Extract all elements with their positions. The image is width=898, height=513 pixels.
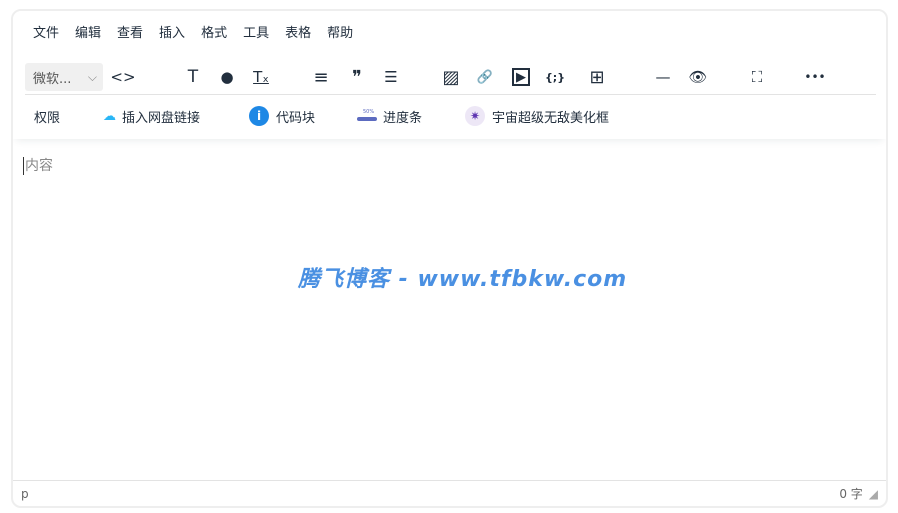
blockquote-icon[interactable]: ❞	[343, 63, 371, 91]
align-left-icon[interactable]: ≡	[307, 63, 335, 91]
code-sample-icon[interactable]: {;}	[541, 63, 569, 91]
code-block-label: 代码块	[276, 110, 316, 126]
menu-table[interactable]: 表格	[285, 22, 311, 41]
permissions-button[interactable]: 权限	[34, 107, 60, 126]
text-color-drop-icon[interactable]: ●	[213, 63, 241, 91]
fullscreen-icon[interactable]: ⛶	[743, 63, 771, 91]
image-icon[interactable]: ▨	[437, 63, 465, 91]
menu-format[interactable]: 格式	[201, 22, 227, 41]
editor-header: 文件 编辑 查看 插入 格式 工具 表格 帮助 微软... ⌵ <> T ● Tₓ…	[13, 11, 886, 139]
netdisk-link-label: 插入网盘链接	[122, 110, 201, 126]
progress-bar-button[interactable]: 50% 进度条	[357, 107, 422, 126]
element-path[interactable]: p	[21, 487, 29, 501]
progress-icon: 50%	[357, 109, 377, 123]
beautify-box-button[interactable]: ✷ 宇宙超级无敌美化框	[465, 106, 609, 126]
code-block-button[interactable]: i 代码块	[249, 106, 315, 126]
text-icon[interactable]: T	[179, 63, 207, 91]
menu-insert[interactable]: 插入	[159, 22, 185, 41]
status-bar: p 0 字 ◢	[13, 480, 886, 506]
watermark: 腾飞博客 - www.tfbkw.com	[298, 267, 628, 292]
resize-handle-icon[interactable]: ◢	[869, 487, 878, 501]
clear-format-icon[interactable]: Tₓ	[247, 63, 275, 91]
code-icon[interactable]: <>	[109, 63, 137, 91]
content-placeholder[interactable]: 内容	[23, 157, 53, 175]
font-family-value: 微软...	[33, 71, 72, 87]
menu-edit[interactable]: 编辑	[75, 22, 101, 41]
table-icon[interactable]: ⊞	[577, 63, 617, 91]
more-icon[interactable]: •••	[801, 63, 829, 91]
bullet-list-icon[interactable]: ☰	[377, 63, 405, 91]
netdisk-link-button[interactable]: ☁ 插入网盘链接	[103, 107, 200, 126]
menu-view[interactable]: 查看	[117, 22, 143, 41]
rich-text-editor: 文件 编辑 查看 插入 格式 工具 表格 帮助 微软... ⌵ <> T ● Tₓ…	[11, 9, 888, 508]
progress-bar-label: 进度条	[383, 110, 423, 126]
word-count: 0 字 ◢	[839, 485, 878, 502]
beautify-box-label: 宇宙超级无敌美化框	[492, 110, 610, 126]
menu-help[interactable]: 帮助	[327, 22, 353, 41]
link-icon[interactable]: 🔗	[471, 63, 499, 91]
menu-file[interactable]: 文件	[33, 22, 59, 41]
word-count-label: 0 字	[839, 487, 863, 501]
horizontal-rule-icon[interactable]: —	[649, 63, 677, 91]
cloud-icon: ☁	[103, 108, 116, 124]
progress-icon-text: 50%	[363, 109, 375, 115]
menu-tools[interactable]: 工具	[243, 22, 269, 41]
magic-wand-icon: ✷	[465, 106, 485, 126]
preview-eye-icon[interactable]: 👁	[683, 63, 713, 91]
media-icon[interactable]: ▶	[512, 68, 530, 86]
menubar: 文件 编辑 查看 插入 格式 工具 表格 帮助	[13, 11, 886, 51]
chevron-down-icon: ⌵	[87, 69, 97, 84]
font-family-select[interactable]: 微软... ⌵	[25, 63, 103, 91]
toolbar: 微软... ⌵ <> T ● Tₓ ≡ ❞ ☰ ▨ 🔗 ▶ {;} ⊞ — 👁 ⛶…	[25, 61, 876, 95]
info-icon: i	[249, 106, 269, 126]
